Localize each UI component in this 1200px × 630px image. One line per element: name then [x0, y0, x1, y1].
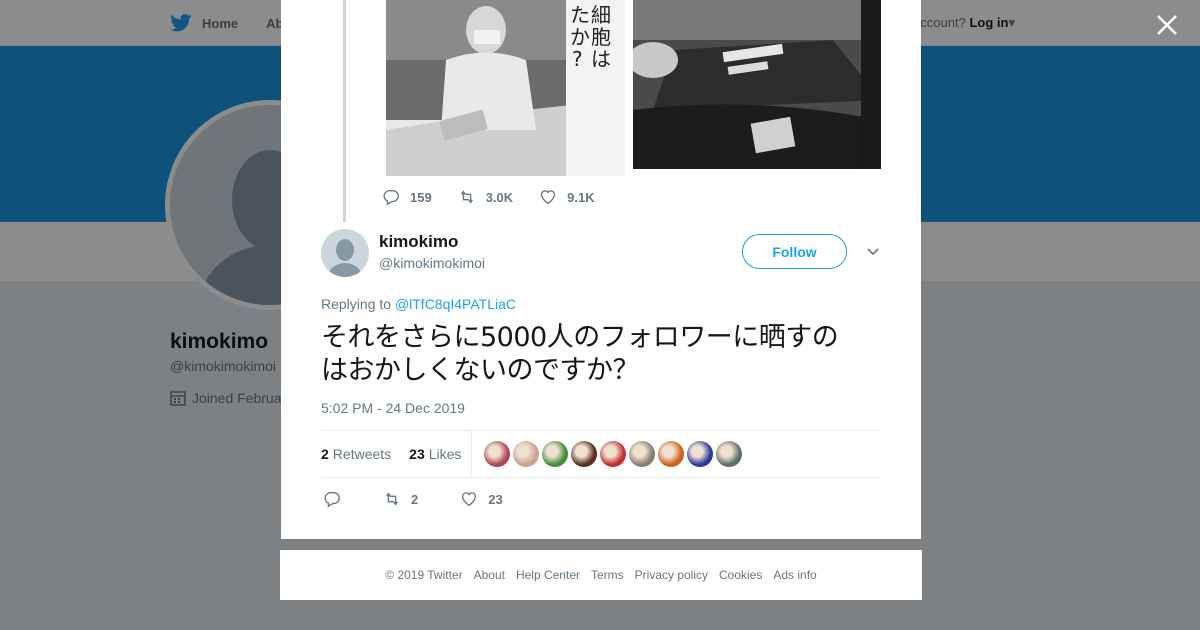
photo-caption-4: た — [570, 3, 590, 27]
close-icon[interactable] — [1154, 12, 1180, 38]
liker-avatar[interactable] — [571, 441, 598, 467]
liker-avatar[interactable] — [484, 441, 511, 467]
footer-about-link[interactable]: About — [474, 568, 505, 582]
chevron-down-icon[interactable] — [865, 244, 881, 258]
replying-to: Replying to @lTfC8qI4PATLiaC — [321, 296, 516, 312]
retweets-count: 2 — [321, 446, 329, 462]
parent-retweet-count: 3.0K — [485, 189, 514, 205]
footer-terms-link[interactable]: Terms — [591, 568, 624, 582]
reply-action[interactable] — [323, 490, 341, 508]
photo-caption-2: 胞 — [591, 25, 611, 49]
tweet-photo-1[interactable]: 細 胞 は た か ? — [386, 0, 625, 176]
author-name[interactable]: kimokimo — [379, 232, 458, 252]
reply-icon — [324, 492, 340, 508]
stats-counts: 2 Retweets 23 Likes — [321, 431, 473, 477]
retweet-count: 2 — [411, 491, 419, 507]
tweet-text-line-1: それをさらに5000人のフォロワーに晒すの — [321, 322, 839, 353]
photo-kitchen-image: 細 胞 は た か ? — [386, 0, 625, 176]
parent-reply-action[interactable]: 159 — [382, 188, 432, 206]
liker-avatar[interactable] — [716, 441, 743, 467]
footer-help-link[interactable]: Help Center — [516, 568, 580, 582]
like-count: 23 — [488, 491, 503, 507]
tweet-actions: 2 23 — [323, 489, 545, 509]
tweet-text-line-2: はおかしくないのですか？ — [321, 355, 640, 386]
parent-retweet-action[interactable]: 3.0K — [458, 188, 513, 206]
photo-caption-3: は — [591, 47, 611, 71]
liker-avatar[interactable] — [658, 441, 685, 467]
parent-like-action[interactable]: 9.1K — [539, 188, 595, 206]
reply-icon — [383, 190, 399, 206]
liker-avatar[interactable] — [513, 441, 540, 467]
photo-caption-1: 細 — [591, 3, 611, 27]
footer: © 2019 Twitter About Help Center Terms P… — [280, 550, 922, 600]
footer-copyright: © 2019 Twitter — [385, 568, 463, 582]
parent-reply-count: 159 — [410, 189, 432, 205]
photo-caption-5: か — [570, 25, 590, 49]
like-action[interactable]: 23 — [460, 490, 503, 508]
retweets-stat[interactable]: 2 Retweets — [321, 446, 391, 462]
retweet-icon — [386, 492, 398, 506]
tweet-text: それをさらに5000人のフォロワーに晒すの はおかしくないのですか？ — [321, 321, 881, 387]
liker-avatar[interactable] — [687, 441, 714, 467]
thread-connector-line — [343, 0, 346, 222]
heart-icon — [462, 492, 477, 507]
liker-avatar[interactable] — [542, 441, 569, 467]
footer-cookies-link[interactable]: Cookies — [719, 568, 762, 582]
likes-count: 23 — [409, 446, 425, 462]
tweet-timestamp[interactable]: 5:02 PM - 24 Dec 2019 — [321, 400, 465, 416]
likes-label: Likes — [428, 446, 462, 462]
liker-avatar[interactable] — [600, 441, 627, 467]
liker-avatars — [484, 441, 743, 467]
footer-ads-link[interactable]: Ads info — [773, 568, 816, 582]
default-avatar-icon — [321, 229, 369, 277]
parent-like-count: 9.1K — [567, 189, 595, 205]
photo-caption-6: ? — [572, 47, 583, 71]
tweet-stats: 2 Retweets 23 Likes — [321, 430, 881, 478]
liker-avatar[interactable] — [629, 441, 656, 467]
author-handle[interactable]: @kimokimokimoi — [379, 255, 485, 271]
parent-tweet-actions: 159 3.0K 9.1K — [382, 186, 621, 208]
retweets-label: Retweets — [332, 446, 392, 462]
photo-mahjong-image — [633, 0, 881, 169]
replying-to-link[interactable]: @lTfC8qI4PATLiaC — [395, 296, 516, 312]
author-avatar[interactable] — [321, 229, 369, 277]
retweet-action[interactable]: 2 — [383, 490, 418, 508]
retweet-icon — [460, 190, 473, 204]
footer-privacy-link[interactable]: Privacy policy — [635, 568, 708, 582]
tweet-photo-2[interactable] — [633, 0, 881, 169]
follow-button[interactable]: Follow — [742, 234, 847, 269]
replying-prefix: Replying to — [321, 296, 395, 312]
tweet-modal: 細 胞 は た か ? 159 3.0K 9.1K kimokimo @kimo… — [281, 0, 921, 539]
likes-stat[interactable]: 23 Likes — [409, 446, 461, 462]
heart-icon — [541, 190, 556, 205]
